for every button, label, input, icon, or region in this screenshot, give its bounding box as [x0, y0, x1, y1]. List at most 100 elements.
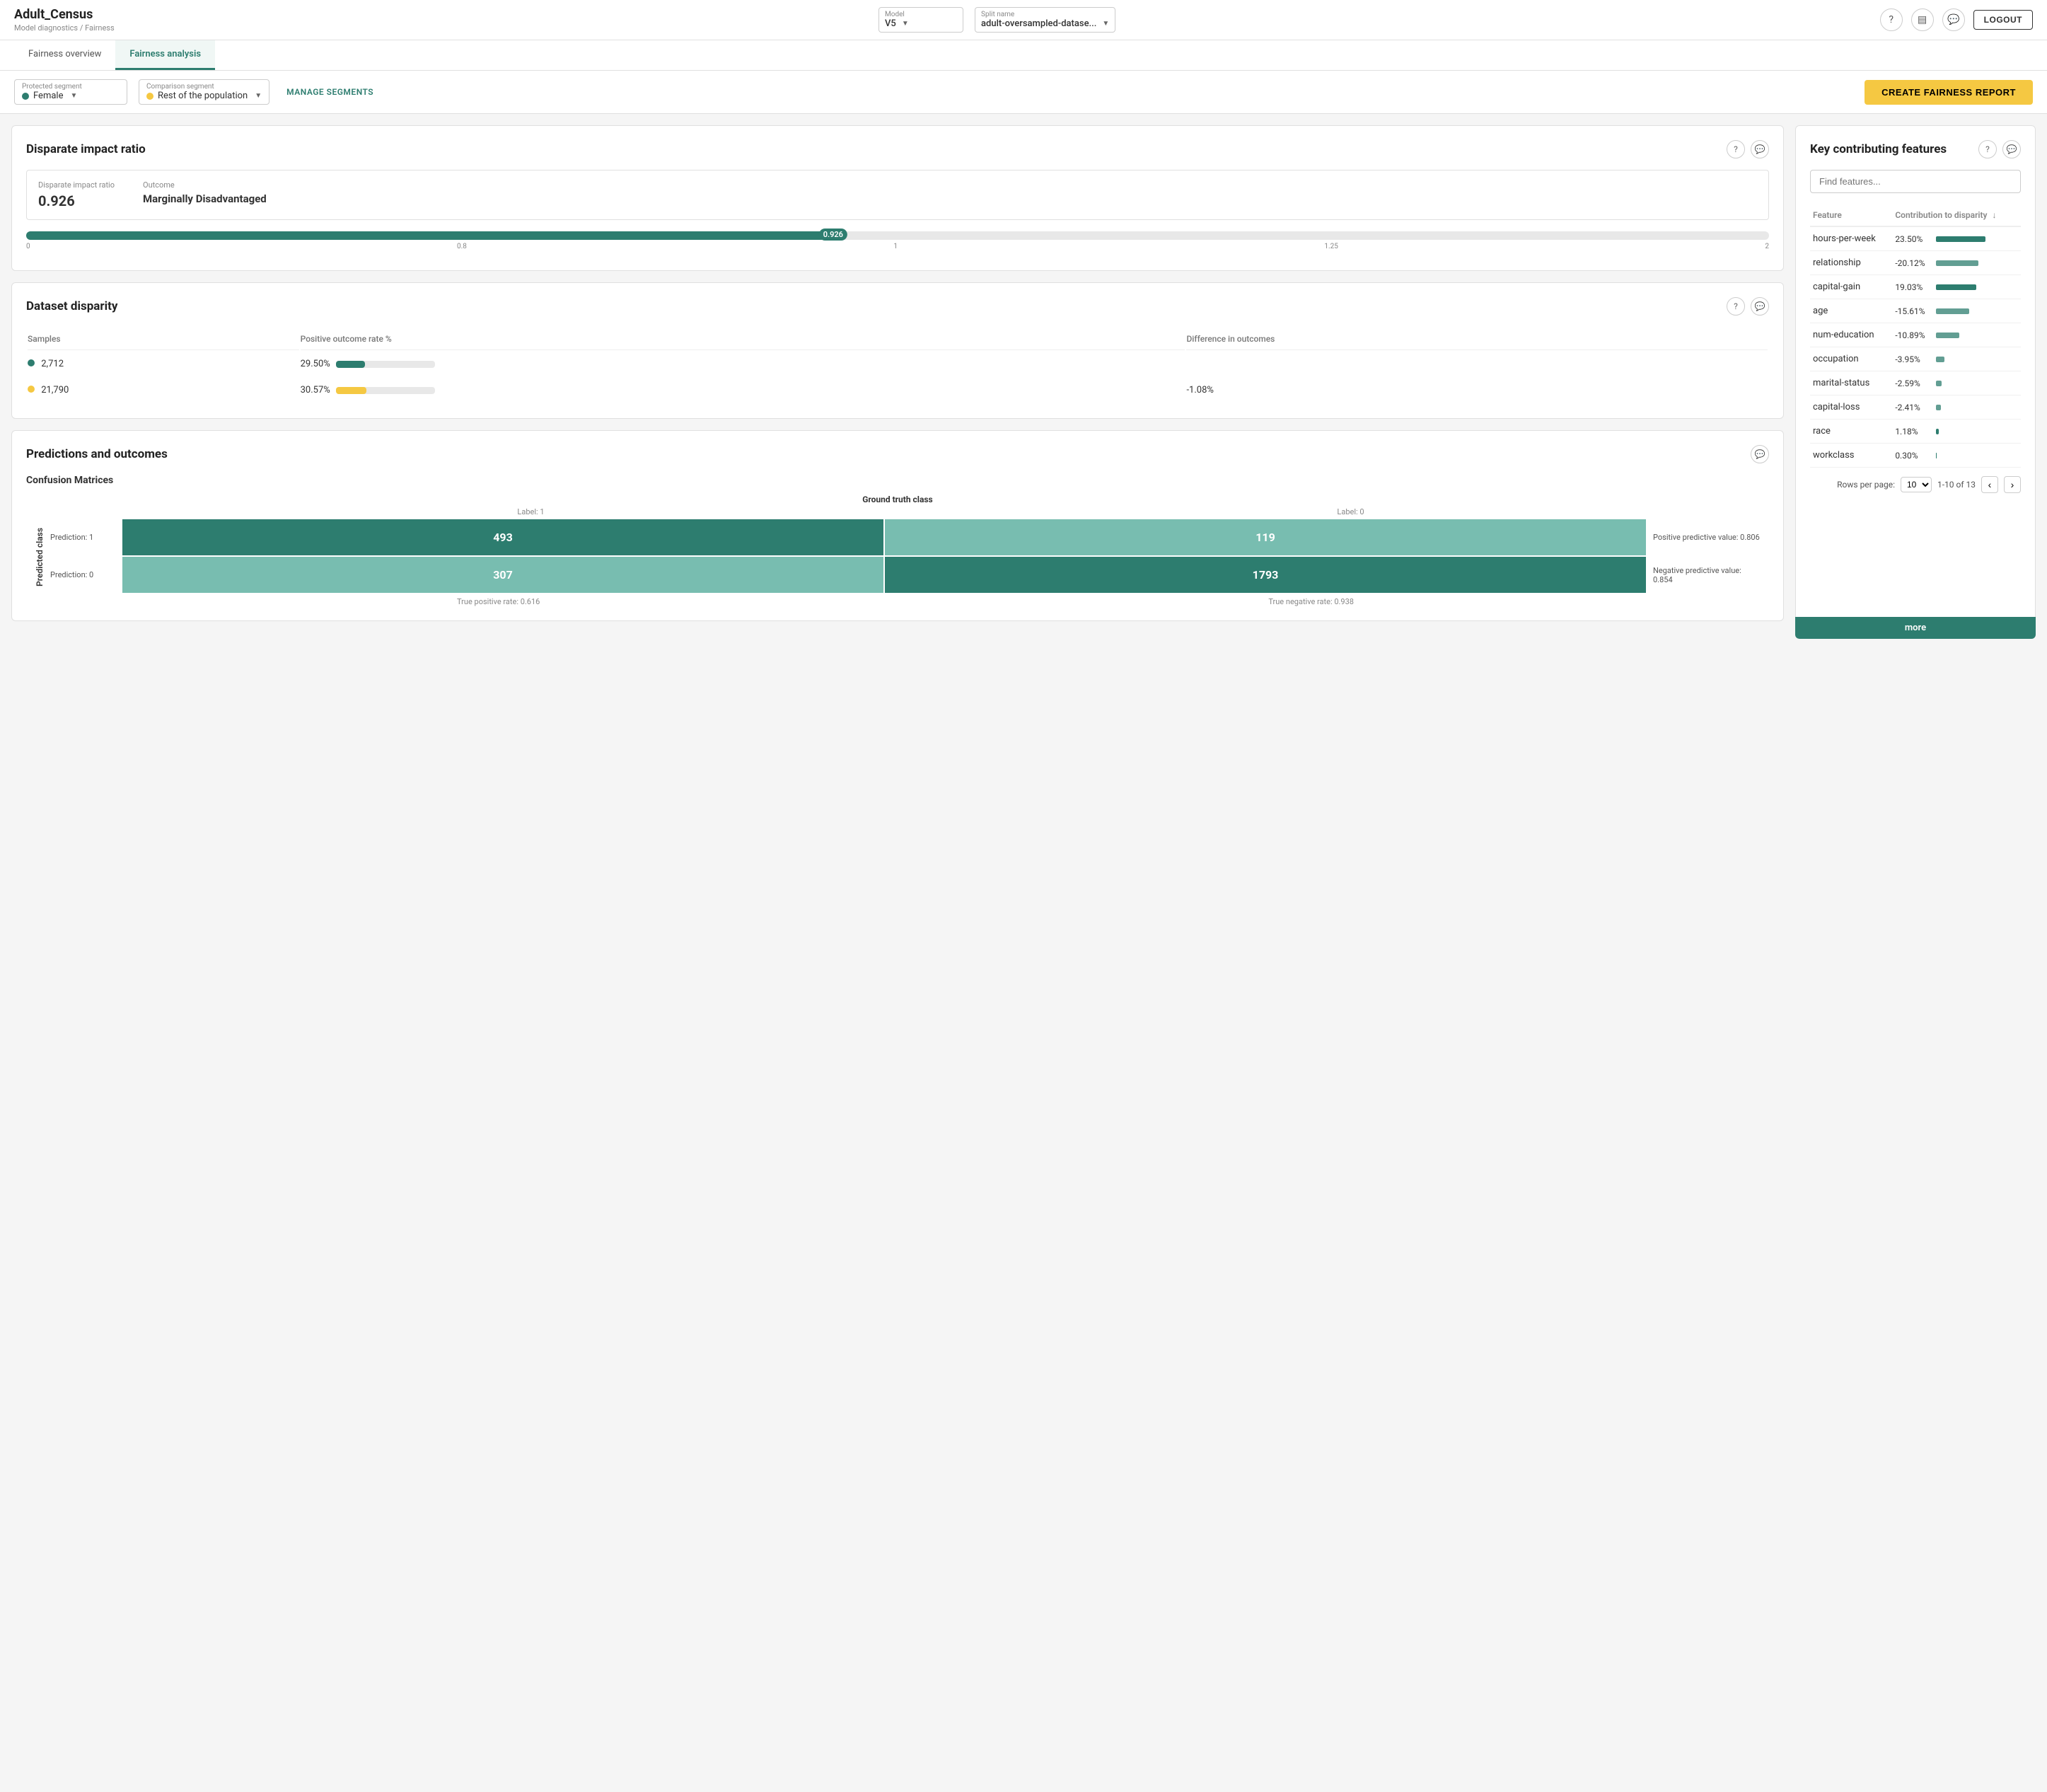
feature-contribution: -2.59%: [1892, 371, 2021, 395]
protected-segment-dot-icon: [22, 93, 29, 100]
dd-rate-row-rest: 30.57%: [301, 385, 1185, 395]
dd-bar-fill-female: [336, 361, 365, 368]
app-title: Adult_Census: [14, 7, 115, 22]
comparison-segment-dropdown[interactable]: Comparison segment Rest of the populatio…: [139, 79, 269, 105]
true-positive-rate: True positive rate: 0.616: [457, 597, 540, 606]
dir-progress-fill: [26, 231, 833, 240]
scale-label-08: 0.8: [457, 243, 467, 250]
dd-bar-female: [336, 361, 435, 368]
dd-row-female: 2,712 29.50%: [28, 352, 1768, 376]
features-row: age -15.61%: [1810, 299, 2021, 323]
features-row: workclass 0.30%: [1810, 444, 2021, 468]
contribution-value: 0.30%: [1895, 451, 1932, 461]
disparate-impact-comment-icon[interactable]: 💬: [1751, 140, 1769, 158]
feature-name: hours-per-week: [1810, 226, 1892, 251]
dataset-disparity-comment-icon[interactable]: 💬: [1751, 297, 1769, 316]
logout-button[interactable]: LOGOUT: [1973, 10, 2033, 30]
contribution-value: -15.61%: [1895, 306, 1932, 316]
scale-label-125: 1.25: [1324, 243, 1338, 250]
comparison-segment-chevron-icon: ▼: [255, 92, 262, 100]
matrix-body: Label: 1 Label: 0 Prediction: 1 493 119 …: [50, 507, 1761, 606]
right-column: Key contributing features ? 💬 Feature Co…: [1795, 125, 2036, 621]
contribution-bar: [1936, 236, 1985, 242]
pagination-next-button[interactable]: ›: [2004, 476, 2021, 493]
app-subtitle: Model diagnostics / Fairness: [14, 23, 115, 33]
predicted-class-label: Predicted class: [35, 528, 45, 586]
contribution-bar: [1936, 333, 1959, 338]
header-controls: Model V5 ▼ Split name adult-oversampled-…: [878, 7, 1115, 33]
split-dropdown[interactable]: Split name adult-oversampled-datase... ▼: [975, 7, 1115, 33]
features-row: relationship -20.12%: [1810, 251, 2021, 275]
dir-ratio-label: Disparate impact ratio: [38, 180, 115, 190]
feature-name: capital-gain: [1810, 275, 1892, 299]
feature-name: occupation: [1810, 347, 1892, 371]
protected-segment-value: Female: [33, 91, 63, 101]
key-features-comment-icon[interactable]: 💬: [2002, 140, 2021, 158]
features-row: marital-status -2.59%: [1810, 371, 2021, 395]
tab-fairness-analysis[interactable]: Fairness analysis: [115, 40, 215, 70]
chat-icon[interactable]: 💬: [1942, 8, 1965, 31]
dir-outcome-metric: Outcome Marginally Disadvantaged: [143, 180, 267, 209]
feature-name: marital-status: [1810, 371, 1892, 395]
dd-samples-rest: 21,790: [28, 378, 299, 403]
feature-name: age: [1810, 299, 1892, 323]
manage-segments-link[interactable]: MANAGE SEGMENTS: [286, 87, 373, 97]
disparate-impact-title: Disparate impact ratio: [26, 142, 146, 156]
comparison-segment-label: Comparison segment: [146, 83, 262, 91]
header: Adult_Census Model diagnostics / Fairnes…: [0, 0, 2047, 40]
tab-fairness-overview[interactable]: Fairness overview: [14, 40, 115, 70]
feature-name: capital-loss: [1810, 395, 1892, 420]
comparison-segment-value: Rest of the population: [158, 91, 248, 101]
rows-per-page-label: Rows per page:: [1837, 480, 1895, 490]
scale-label-2: 2: [1765, 243, 1769, 250]
matrix-row-label-1: Prediction: 1: [50, 519, 121, 555]
feature-name: num-education: [1810, 323, 1892, 347]
features-table: Feature Contribution to disparity ↓ hour…: [1810, 204, 2021, 468]
contribution-bar: [1936, 405, 1941, 410]
contribution-bar: [1936, 357, 1944, 362]
create-fairness-report-button[interactable]: CREATE FAIRNESS REPORT: [1865, 80, 2033, 105]
sort-icon[interactable]: ↓: [1993, 210, 1997, 220]
scale-label-0: 0: [26, 243, 30, 250]
protected-segment-dropdown[interactable]: Protected segment Female ▼: [14, 79, 127, 105]
contribution-bar: [1936, 308, 1969, 314]
features-row: capital-loss -2.41%: [1810, 395, 2021, 420]
help-icon[interactable]: ?: [1880, 8, 1903, 31]
key-features-help-icon[interactable]: ?: [1978, 140, 1997, 158]
feature-contribution: 0.30%: [1892, 444, 2021, 468]
dataset-disparity-help-icon[interactable]: ?: [1727, 297, 1745, 316]
features-search-input[interactable]: [1810, 170, 2021, 193]
left-column: Disparate impact ratio ? 💬 Disparate imp…: [11, 125, 1784, 621]
matrix-grid: Prediction: 1 493 119 Positive predictiv…: [50, 519, 1761, 593]
pagination-prev-button[interactable]: ‹: [1981, 476, 1998, 493]
ground-truth-text: Ground truth class: [862, 495, 932, 504]
model-dropdown[interactable]: Model V5 ▼: [878, 7, 963, 33]
predictions-card: Predictions and outcomes 💬 Confusion Mat…: [11, 430, 1784, 621]
dataset-disparity-table: Samples Positive outcome rate % Differen…: [26, 327, 1769, 404]
feature-contribution: -2.41%: [1892, 395, 2021, 420]
contribution-value: 23.50%: [1895, 234, 1932, 244]
rows-per-page-select[interactable]: 10 25 50: [1901, 477, 1932, 492]
feature-contribution: 23.50%: [1892, 226, 2021, 251]
matrix-col-header-0: Label: 0: [941, 507, 1761, 516]
report-icon[interactable]: ▤: [1911, 8, 1934, 31]
feature-name: race: [1810, 420, 1892, 444]
more-button[interactable]: more: [1795, 617, 2036, 639]
feature-name: workclass: [1810, 444, 1892, 468]
matrix-cell-fp: 119: [885, 519, 1646, 555]
disparate-impact-icons: ? 💬: [1727, 140, 1769, 158]
features-row: race 1.18%: [1810, 420, 2021, 444]
features-row: capital-gain 19.03%: [1810, 275, 2021, 299]
dd-col-samples: Samples: [28, 328, 299, 350]
split-label: Split name: [981, 11, 1109, 18]
confusion-matrices-title: Confusion Matrices: [26, 475, 1769, 486]
features-row: hours-per-week 23.50%: [1810, 226, 2021, 251]
predictions-comment-icon[interactable]: 💬: [1751, 445, 1769, 463]
matrix-col-headers: Label: 1 Label: 0: [50, 507, 1761, 519]
feature-contribution: 19.03%: [1892, 275, 2021, 299]
disparate-impact-help-icon[interactable]: ?: [1727, 140, 1745, 158]
feature-contribution: -10.89%: [1892, 323, 2021, 347]
contribution-value: -2.41%: [1895, 403, 1932, 412]
comparison-segment-dot-icon: [146, 93, 153, 100]
matrix-layout: Predicted class Label: 1 Label: 0 Predic…: [26, 507, 1769, 606]
